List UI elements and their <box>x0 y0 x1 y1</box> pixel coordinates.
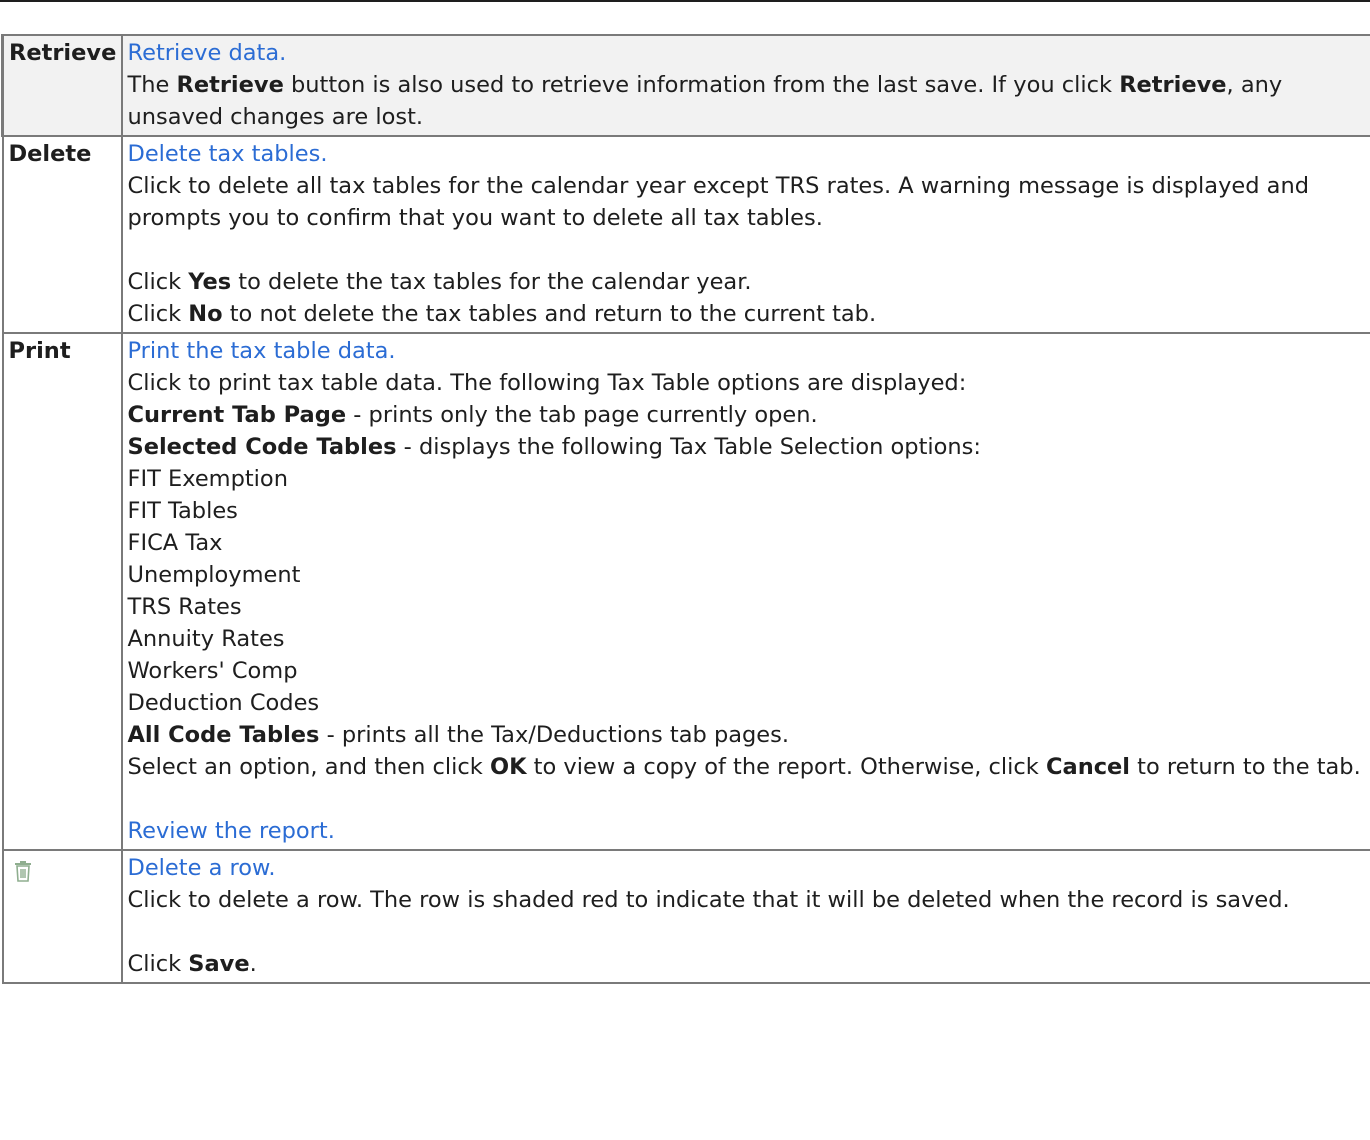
retrieve-data-link[interactable]: Retrieve data. <box>128 40 287 66</box>
top-rule <box>0 0 1370 2</box>
table-option-item: FICA Tax <box>127 530 223 556</box>
delete-yes-instruction: Click Yes to delete the tax tables for t… <box>127 269 752 295</box>
table-option-item: FIT Tables <box>127 498 238 524</box>
table-option-item: Unemployment <box>127 562 301 588</box>
button-reference-table: Retrieve Retrieve data. The Retrieve but… <box>1 34 1370 984</box>
description-cell: Delete tax tables. Click to delete all t… <box>120 135 1370 334</box>
table-row: Delete a row. Click to delete a row. The… <box>1 849 1370 984</box>
table-row: Retrieve Retrieve data. The Retrieve but… <box>1 34 1370 137</box>
table-option-item: FIT Exemption <box>127 466 288 492</box>
table-row: Print Print the tax table data. Click to… <box>1 332 1370 851</box>
button-label-cell: Print <box>1 332 123 851</box>
option-current-tab-page: Current Tab Page - prints only the tab p… <box>127 402 818 428</box>
button-label-cell: Retrieve <box>1 34 123 137</box>
delete-tax-tables-link[interactable]: Delete tax tables. <box>128 141 328 167</box>
print-tax-table-link[interactable]: Print the tax table data. <box>128 338 396 364</box>
description-cell: Retrieve data. The Retrieve button is al… <box>120 34 1370 137</box>
print-label: Print <box>8 338 71 364</box>
table-row: Delete Delete tax tables. Click to delet… <box>1 135 1370 334</box>
trash-icon[interactable] <box>13 859 33 882</box>
table-option-item: Annuity Rates <box>127 626 285 652</box>
save-instruction: Click Save. <box>127 951 257 977</box>
delete-label: Delete <box>8 141 92 167</box>
retrieve-label: Retrieve <box>9 40 117 66</box>
option-selected-code-tables: Selected Code Tables - displays the foll… <box>127 434 982 460</box>
delete-row-link[interactable]: Delete a row. <box>128 855 276 881</box>
delete-no-instruction: Click No to not delete the tax tables an… <box>127 301 877 327</box>
table-option-item: Workers' Comp <box>127 658 298 684</box>
delete-description: Click to delete all tax tables for the c… <box>127 173 1310 231</box>
table-option-item: TRS Rates <box>127 594 242 620</box>
delete-row-description: Click to delete a row. The row is shaded… <box>127 887 1290 913</box>
button-label-cell <box>1 849 123 984</box>
print-intro: Click to print tax table data. The follo… <box>127 370 967 396</box>
print-select-instruction: Select an option, and then click OK to v… <box>127 754 1361 780</box>
description-cell: Print the tax table data. Click to print… <box>120 332 1370 851</box>
table-option-item: Deduction Codes <box>127 690 320 716</box>
review-report-link[interactable]: Review the report. <box>128 818 335 844</box>
retrieve-description: The Retrieve button is also used to retr… <box>127 72 1283 130</box>
option-all-code-tables: All Code Tables - prints all the Tax/Ded… <box>127 722 790 748</box>
description-cell: Delete a row. Click to delete a row. The… <box>120 849 1370 984</box>
button-label-cell: Delete <box>1 135 123 334</box>
